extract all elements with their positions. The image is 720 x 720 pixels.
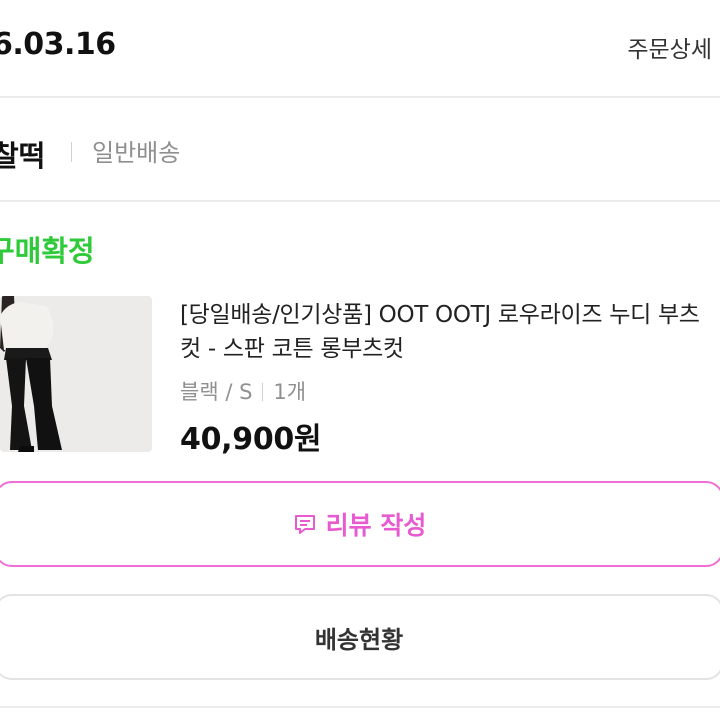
order-date: 6.03.16 [0,27,116,62]
product-quantity: 1개 [273,380,307,404]
product-option: 블랙 / S [180,380,253,404]
write-review-label: 리뷰 작성 [325,511,427,540]
shipping-type: 일반배송 [92,139,181,167]
product-option-line: 블랙 / S 1개 [180,376,306,406]
chat-edit-icon [292,511,318,537]
order-status: 구매확정 [0,234,95,268]
divider [0,706,720,708]
seller-name[interactable]: 찰떡 [0,133,45,175]
order-header: 6.03.16 주문상세 [0,0,720,98]
seller-row[interactable]: 찰떡 일반배송 [0,100,720,202]
product-name[interactable]: [당일배송/인기상품] OOT OOTJ 로우라이즈 누디 부츠컷 - 스판 코… [180,298,715,366]
product-thumbnail[interactable] [0,296,152,452]
order-detail-link[interactable]: 주문상세 [627,30,712,64]
write-review-button[interactable]: 리뷰 작성 [0,481,720,567]
jeans-model-photo-icon [0,296,152,452]
delivery-status-label: 배송현황 [314,625,404,654]
divider [71,142,72,162]
delivery-status-button[interactable]: 배송현황 [0,594,720,680]
product-price: 40,900원 [180,422,322,457]
option-separator [262,383,264,401]
